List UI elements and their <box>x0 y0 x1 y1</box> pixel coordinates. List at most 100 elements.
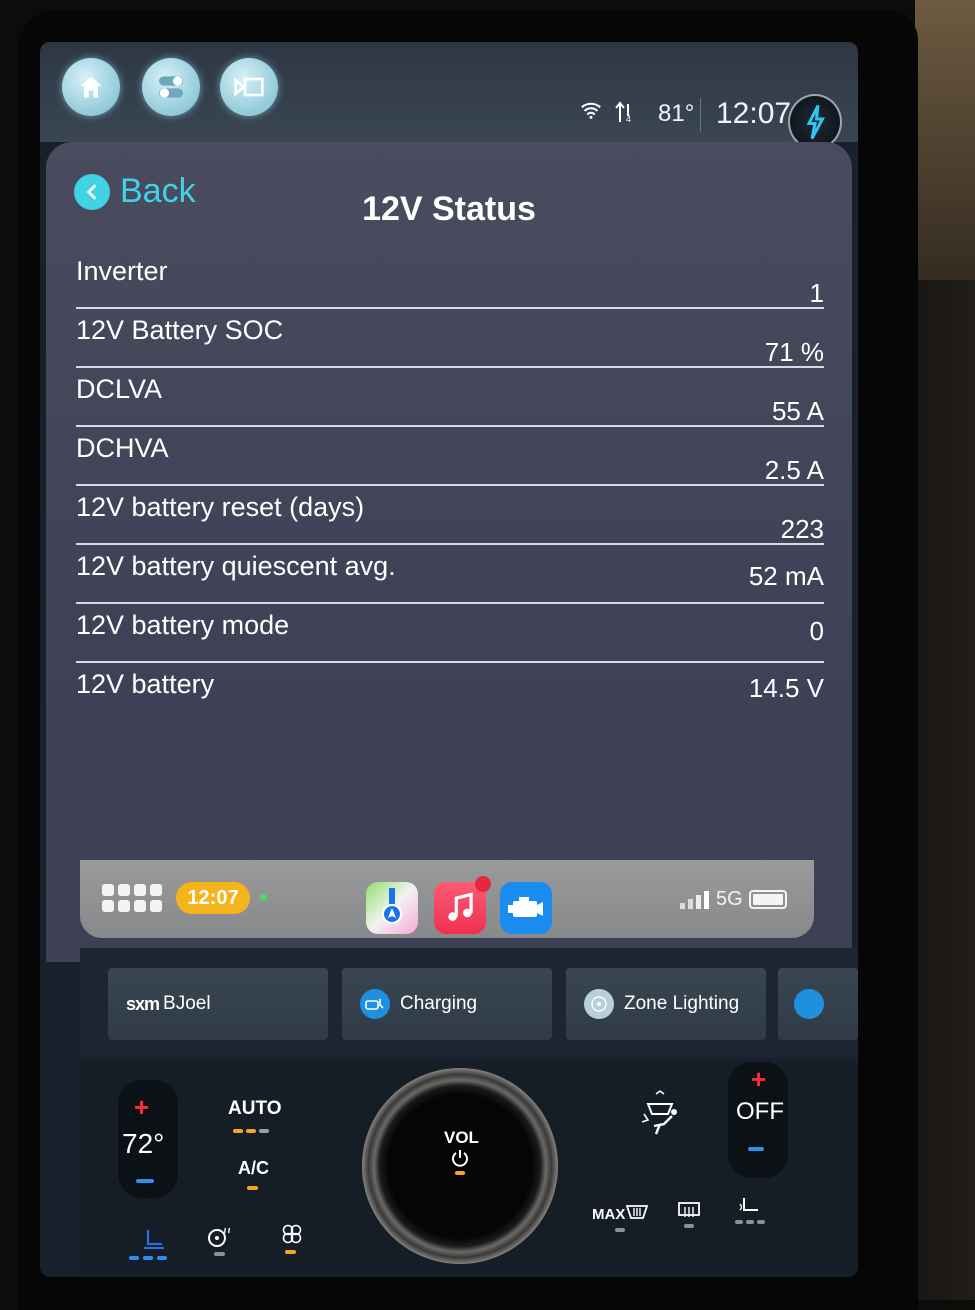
lightning-icon <box>806 104 826 140</box>
driver-temp: 72° <box>122 1128 165 1159</box>
engine-app[interactable] <box>500 882 552 934</box>
max-defrost-button[interactable]: MAX <box>592 1206 625 1223</box>
fan-icon[interactable] <box>280 1222 304 1251</box>
status-list: Inverter 1 12V Battery SOC 71 % DCLVA 55… <box>76 250 824 720</box>
wheel-indicator <box>214 1252 225 1256</box>
data-transfer-icon: 4 <box>615 101 631 124</box>
row-label: 12V battery reset (days) <box>76 492 365 522</box>
rear-defrost-indicator <box>684 1224 694 1228</box>
driver-temp-up-button[interactable]: + <box>134 1092 149 1123</box>
rear-defrost-icon[interactable] <box>678 1202 700 1225</box>
row-value: 223 <box>780 514 824 544</box>
connectivity-icon <box>794 989 824 1019</box>
music-app[interactable] <box>434 876 491 934</box>
charging-icon <box>360 989 390 1019</box>
music-note-icon <box>448 892 473 921</box>
heated-wheel-icon[interactable] <box>206 1226 232 1253</box>
ac-button[interactable]: A/C <box>238 1158 269 1179</box>
controls-button[interactable] <box>142 58 200 116</box>
status-row-quiescent: 12V battery quiescent avg. 52 mA <box>76 545 824 604</box>
svg-text:4: 4 <box>626 114 631 124</box>
vol-label: VOL <box>444 1128 479 1147</box>
status-panel: Back 12V Status Inverter 1 12V Battery S… <box>46 142 852 962</box>
widget-label: Zone Lighting <box>624 993 740 1014</box>
power-indicator <box>455 1171 465 1175</box>
camera-icon <box>234 77 264 97</box>
row-value: 0 <box>809 616 824 646</box>
widget-charging[interactable]: Charging <box>342 968 552 1040</box>
passenger-temp: OFF <box>736 1098 784 1125</box>
windshield-defrost-icon <box>625 1204 649 1225</box>
network-type: 5G <box>716 888 743 910</box>
notification-badge <box>475 876 491 892</box>
ventilated-seat-icon[interactable] <box>738 1196 762 1223</box>
row-label: Inverter <box>76 256 168 286</box>
widget-bar: sxm BJoel Charging Zone Lighting <box>80 948 858 1058</box>
row-label: 12V battery mode <box>76 610 290 640</box>
widget-label: BJoel <box>163 993 211 1014</box>
clock: 12:07 <box>716 97 792 130</box>
row-value: 71 % <box>764 337 824 367</box>
driver-temp-down-button[interactable] <box>136 1179 154 1183</box>
airflow-mode-icon[interactable] <box>638 1090 682 1147</box>
row-label: 12V battery <box>76 669 215 699</box>
wifi-icon <box>581 102 601 119</box>
battery-icon <box>748 890 787 909</box>
row-label: DCLVA <box>76 374 163 404</box>
maps-app[interactable] <box>366 882 418 934</box>
row-value: 14.5 V <box>748 673 824 703</box>
row-value: 55 A <box>771 396 824 426</box>
auto-indicator <box>259 1129 269 1133</box>
maps-icon <box>382 888 402 924</box>
row-label: 12V battery quiescent avg. <box>76 551 396 581</box>
status-row-inverter: Inverter 1 <box>76 250 824 309</box>
status-row-battery-voltage: 12V battery 14.5 V <box>76 663 824 720</box>
status-row-dclva: DCLVA 55 A <box>76 368 824 427</box>
divider <box>700 98 701 132</box>
active-indicator <box>260 894 267 901</box>
power-icon <box>450 1148 470 1173</box>
signal-bars-icon <box>680 890 709 909</box>
zone-lighting-icon <box>584 989 614 1019</box>
vent-seat-indicator <box>735 1220 743 1224</box>
fan-indicator <box>285 1250 296 1254</box>
toggles-icon <box>159 76 183 98</box>
widget-zone-lighting[interactable]: Zone Lighting <box>566 968 766 1040</box>
ac-indicator <box>247 1186 258 1190</box>
auto-indicator <box>246 1129 256 1133</box>
row-value: 1 <box>809 278 824 308</box>
auto-button[interactable]: AUTO <box>228 1098 281 1120</box>
vent-seat-indicator <box>757 1220 765 1224</box>
status-row-reset-days: 12V battery reset (days) 223 <box>76 486 824 545</box>
status-row-dchva: DCHVA 2.5 A <box>76 427 824 486</box>
carplay-dock: 12:07 5G <box>80 860 814 938</box>
passenger-temp-down-button[interactable] <box>748 1147 764 1151</box>
widget-partial[interactable] <box>778 968 858 1040</box>
top-status-bar: 4 81° 12:07 <box>40 42 858 150</box>
status-row-soc: 12V Battery SOC 71 % <box>76 309 824 368</box>
app-grid-button[interactable] <box>102 884 162 912</box>
vent-seat-indicator <box>746 1220 754 1224</box>
row-label: 12V Battery SOC <box>76 315 284 345</box>
page-title: 12V Status <box>362 190 536 228</box>
dock-clock[interactable]: 12:07 <box>176 882 250 914</box>
cellular-status: 5G <box>680 888 787 911</box>
row-value: 52 mA <box>748 561 824 591</box>
row-value: 2.5 A <box>764 455 824 485</box>
camera-button[interactable] <box>220 58 278 116</box>
seat-level-indicator <box>143 1256 153 1260</box>
max-defrost-indicator <box>615 1228 625 1232</box>
home-button[interactable] <box>62 58 120 116</box>
heated-seat-icon[interactable] <box>138 1228 168 1257</box>
outside-temperature: 81° <box>658 100 695 127</box>
sxm-logo-icon: sxm <box>126 993 160 1014</box>
auto-indicator <box>233 1129 243 1133</box>
seat-level-indicator <box>157 1256 167 1260</box>
widget-siriusxm[interactable]: sxm BJoel <box>108 968 328 1040</box>
passenger-temp-up-button[interactable]: + <box>751 1064 766 1095</box>
home-icon <box>80 76 102 98</box>
seat-level-indicator <box>129 1256 139 1260</box>
status-row-mode: 12V battery mode 0 <box>76 604 824 663</box>
widget-label: Charging <box>400 993 478 1014</box>
row-label: DCHVA <box>76 433 169 463</box>
